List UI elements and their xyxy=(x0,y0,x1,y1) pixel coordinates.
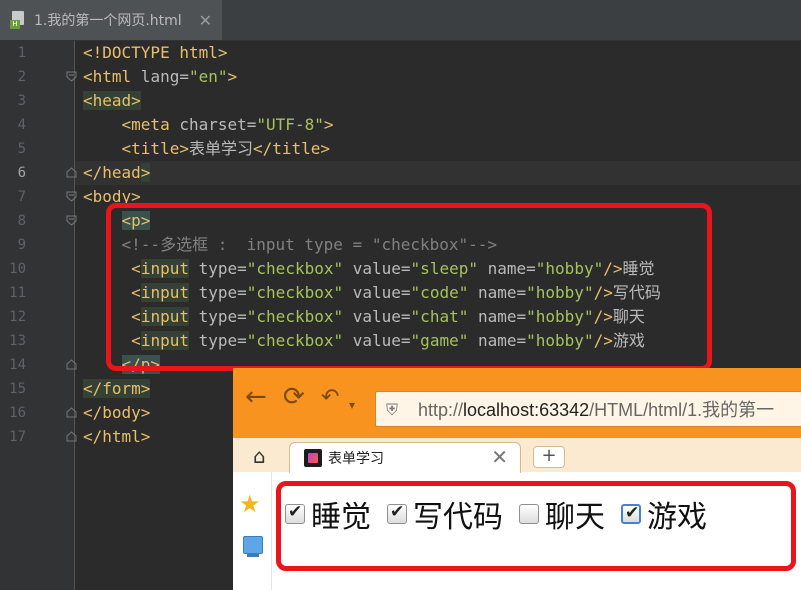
browser-tab-strip: ⌂ 表单学习 ✕ + xyxy=(233,438,801,473)
html-file-icon: H xyxy=(10,11,28,29)
close-tab-icon[interactable]: ✕ xyxy=(199,11,212,30)
checkbox-highlight-box xyxy=(276,481,796,571)
chevron-down-icon[interactable]: ▾ xyxy=(349,398,355,412)
browser-tab[interactable]: 表单学习 ✕ xyxy=(289,442,521,473)
browser-sidebar: ★ xyxy=(233,472,272,590)
refresh-icon[interactable]: ⟳ xyxy=(283,382,305,412)
monitor-icon[interactable] xyxy=(243,536,263,557)
fold-icon[interactable] xyxy=(66,167,77,178)
new-tab-button[interactable]: + xyxy=(533,446,565,468)
undo-icon[interactable]: ↶ xyxy=(321,385,339,410)
code-highlight-box xyxy=(106,203,712,371)
address-bar[interactable]: ⛨ http://localhost:63342/HTML/html/1.我的第… xyxy=(375,391,801,427)
shield-icon: ⛨ xyxy=(386,400,399,419)
close-icon[interactable]: ✕ xyxy=(491,445,508,469)
jetbrains-favicon-icon xyxy=(304,449,322,467)
fold-icon[interactable] xyxy=(66,431,77,442)
fold-icon[interactable] xyxy=(66,191,77,202)
fold-icon[interactable] xyxy=(66,215,77,226)
file-tab[interactable]: H 1.我的第一个网页.html ✕ xyxy=(0,0,222,40)
back-arrow-icon[interactable]: ← xyxy=(245,382,267,412)
file-tab-title: 1.我的第一个网页.html xyxy=(34,13,182,29)
current-line-highlight xyxy=(75,161,801,185)
url-text: http://localhost:63342/HTML/html/1.我的第一 xyxy=(418,400,775,420)
fold-icon[interactable] xyxy=(66,359,77,370)
home-icon[interactable]: ⌂ xyxy=(253,444,266,468)
fold-icon[interactable] xyxy=(66,71,77,82)
browser-toolbar: ← ⟳ ↶ ▾ ⛨ http://localhost:63342/HTML/ht… xyxy=(233,368,801,438)
browser-tab-title: 表单学习 xyxy=(328,451,384,467)
editor-tab-bar: H 1.我的第一个网页.html ✕ xyxy=(0,0,801,41)
star-icon[interactable]: ★ xyxy=(239,490,261,518)
fold-icon[interactable] xyxy=(66,407,77,418)
